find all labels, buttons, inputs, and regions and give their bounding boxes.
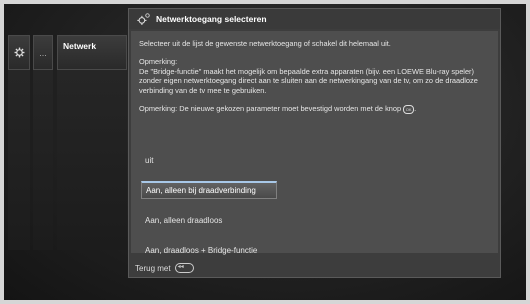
option-wireless-only[interactable]: Aan, alleen draadloos: [141, 211, 222, 229]
back-hint: Terug met: [135, 263, 171, 273]
dialog-title: Netwerktoegang selecteren: [156, 14, 267, 24]
more-column: [33, 70, 53, 250]
dialog-body: Selecteer uit de lijst de gewenste netwe…: [131, 31, 498, 255]
option-wired-only[interactable]: Aan, alleen bij draadverbinding: [141, 181, 277, 199]
intro-text: Selecteer uit de lijst de gewenste netwe…: [139, 39, 391, 48]
note-text: De "Bridge-functie" maakt het mogelijk o…: [139, 66, 478, 95]
dialog-header: Netwerktoegang selecteren: [129, 9, 500, 29]
more-tab-label: ...: [39, 47, 47, 58]
note2-text: Opmerking: De nieuwe gekozen parameter m…: [139, 104, 402, 114]
network-access-dialog: Netwerktoegang selecteren Selecteer uit …: [128, 8, 501, 278]
tv-screen: ... Netwerk Netwerktoegang selecteren Se…: [4, 4, 526, 300]
network-tab-label: Netwerk: [63, 41, 97, 51]
settings-column: [8, 70, 30, 250]
more-tab[interactable]: ...: [33, 35, 53, 70]
description: Selecteer uit de lijst de gewenste netwe…: [139, 39, 495, 123]
dialog-footer: Terug met: [135, 263, 194, 273]
note-heading: Opmerking:: [139, 57, 178, 67]
option-wireless-bridge[interactable]: Aan, draadloos + Bridge-functie: [141, 241, 257, 259]
ok-button-icon: OK: [403, 104, 415, 114]
settings-tab[interactable]: [8, 35, 30, 70]
network-column: [57, 70, 127, 250]
back-button-icon[interactable]: [174, 263, 194, 273]
option-off[interactable]: uit: [141, 151, 153, 169]
network-tab[interactable]: Netwerk: [57, 35, 127, 70]
gear-icon: [14, 47, 24, 58]
gear-network-icon: [137, 13, 150, 25]
